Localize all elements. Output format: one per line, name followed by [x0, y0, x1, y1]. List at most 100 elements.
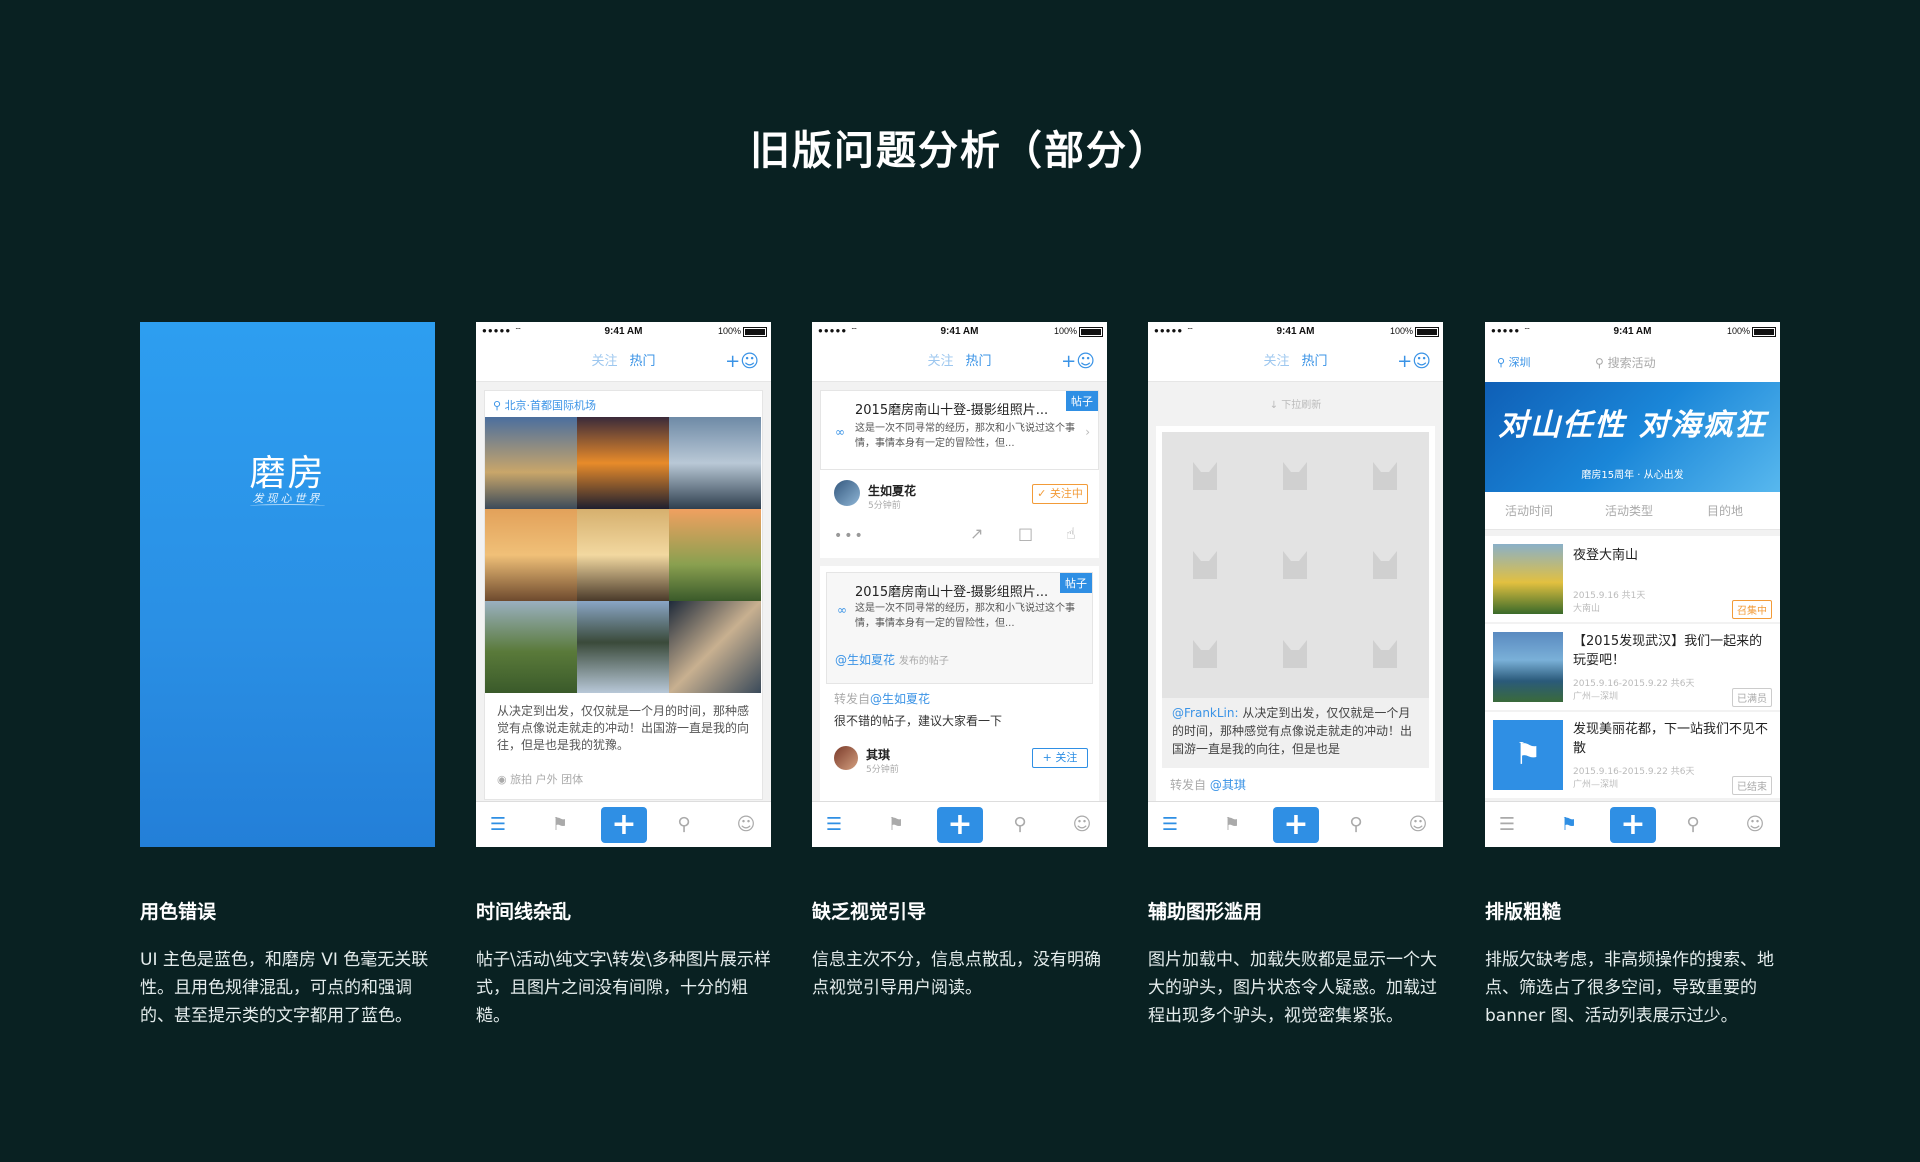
search-bar: ⚲ 深圳 ⚲ 搜索活动	[1485, 342, 1780, 382]
phone-visual: ●●●●● ⌔ 9:41 AM 100% 关注 热门 +☺ 帖子 2015磨房南山…	[812, 322, 1107, 847]
battery-percent: 100%	[717, 326, 741, 336]
filter-bar: 活动时间 活动类型 目的地	[1485, 492, 1780, 530]
post-title[interactable]: 2015磨房南山十登-摄影组照片...	[855, 399, 1048, 418]
repost-from: 转发自	[834, 692, 871, 706]
loading-card[interactable]: @FrankLin: 从决定到出发，仅仅就是一个月的时间，那种感觉有点像说走就走…	[1156, 426, 1435, 812]
repost-from: 转发自	[1170, 778, 1207, 792]
user-name[interactable]: 其琪	[866, 746, 890, 763]
feed-tab-icon[interactable]: ☰	[483, 812, 513, 838]
tab-follow[interactable]: 关注	[927, 354, 953, 369]
add-user-icon[interactable]: +☺	[725, 342, 759, 382]
nav-bar: 关注 热门 +☺	[812, 342, 1107, 382]
battery-icon	[743, 327, 767, 337]
profile-tab-icon[interactable]: ☺	[1403, 812, 1433, 838]
share-icon[interactable]: ↗	[970, 524, 983, 543]
activity-date: 2015.9.16 共1天	[1573, 591, 1646, 601]
post-text: 从决定到出发，仅仅就是一个月的时间，那种感觉有点像说走就走的冲动！出国游一直是我…	[497, 704, 750, 752]
photo[interactable]	[485, 509, 577, 601]
feed-tab-icon[interactable]: ☰	[1155, 812, 1185, 838]
profile-tab-icon[interactable]: ☺	[1067, 812, 1097, 838]
column-desc: 信息主次不分，信息点散乱，没有明确点视觉引导用户阅读。	[812, 950, 1101, 998]
avatar[interactable]	[834, 480, 860, 506]
avatar[interactable]	[834, 746, 858, 770]
comment-icon[interactable]: □	[1018, 524, 1033, 543]
location-tab-icon[interactable]: ⚲	[669, 812, 699, 838]
feed-tab-icon[interactable]: ☰	[819, 812, 849, 838]
add-user-icon[interactable]: +☺	[1397, 342, 1431, 382]
repost-user[interactable]: @其琪	[1210, 778, 1246, 792]
column-desc: 图片加载中、加载失败都是显示一个大大的驴头，图片状态令人疑惑。加载过程出现多个驴…	[1148, 950, 1437, 1026]
more-icon[interactable]: •••	[834, 528, 865, 544]
status-badge: 召集中	[1732, 600, 1772, 619]
tab-hot[interactable]: 热门	[630, 354, 656, 369]
photo[interactable]	[485, 417, 577, 509]
tab-hot[interactable]: 热门	[1302, 354, 1328, 369]
repost-user[interactable]: @生如夏花	[870, 692, 930, 706]
filter-destination[interactable]: 目的地	[1707, 502, 1743, 519]
flag-tab-icon[interactable]: ⚑	[881, 812, 911, 838]
location-label[interactable]: ⚲ 北京·首都国际机场	[493, 397, 596, 413]
follow-button[interactable]: + 关注	[1032, 748, 1088, 768]
tab-hot[interactable]: 热门	[966, 354, 992, 369]
user-name[interactable]: 生如夏花	[868, 482, 916, 499]
column-visual-guide: ●●●●● ⌔ 9:41 AM 100% 关注 热门 +☺ 帖子 2015磨房南山…	[812, 322, 1107, 1002]
banner[interactable]: 对山任性 对海疯狂 磨房15周年 · 从心出发	[1485, 382, 1780, 492]
feed-card[interactable]: ⚲ 北京·首都国际机场 从决定到出发，仅仅就是一个月的时间，那种感觉有点像说走就…	[484, 390, 763, 800]
photo[interactable]	[669, 417, 761, 509]
mention-user[interactable]: @FrankLin:	[1172, 706, 1239, 720]
activity-place: 广州—深圳	[1573, 692, 1619, 702]
flag-tab-icon[interactable]: ⚑	[545, 812, 575, 838]
search-input[interactable]: ⚲ 搜索活动	[1595, 354, 1656, 371]
add-button[interactable]: +	[1610, 807, 1656, 843]
post-time: 5分钟前	[868, 501, 901, 511]
city-selector[interactable]: ⚲ 深圳	[1497, 354, 1531, 370]
phone-activities: ●●●●● ⌔ 9:41 AM 100% ⚲ 深圳 ⚲ 搜索活动 对山任性 对海…	[1485, 322, 1780, 847]
mention-user[interactable]: @生如夏花	[835, 653, 895, 667]
location-tab-icon[interactable]: ⚲	[1678, 812, 1708, 838]
profile-tab-icon[interactable]: ☺	[731, 812, 761, 838]
post-tags: ◉ 旅拍 户外 团体	[497, 773, 584, 786]
repost-card[interactable]: 帖子 2015磨房南山十登-摄影组照片... ∞ 这是一次不同寻常的经历，那次和…	[820, 566, 1099, 802]
donkey-placeholder-icon	[1193, 640, 1217, 668]
location-tab-icon[interactable]: ⚲	[1005, 812, 1035, 838]
add-button[interactable]: +	[601, 807, 647, 843]
add-button[interactable]: +	[937, 807, 983, 843]
add-button[interactable]: +	[1273, 807, 1319, 843]
post-card[interactable]: 帖子 2015磨房南山十登-摄影组照片... ∞ 这是一次不同寻常的经历，那次和…	[820, 390, 1099, 470]
flag-tab-icon[interactable]: ⚑	[1554, 812, 1584, 838]
filter-time[interactable]: 活动时间	[1505, 502, 1553, 519]
tab-follow[interactable]: 关注	[1263, 354, 1289, 369]
flag-tab-icon[interactable]: ⚑	[1217, 812, 1247, 838]
photo[interactable]	[577, 417, 669, 509]
add-user-icon[interactable]: +☺	[1061, 342, 1095, 382]
battery-icon	[1079, 327, 1103, 337]
profile-tab-icon[interactable]: ☺	[1740, 812, 1770, 838]
activity-place: 大南山	[1573, 604, 1601, 614]
repost-line: 转发自@生如夏花	[834, 690, 930, 707]
tab-bar: ☰ ⚑ + ⚲ ☺	[476, 801, 771, 847]
feed-tab-icon[interactable]: ☰	[1492, 812, 1522, 838]
quoted-post[interactable]: 帖子 2015磨房南山十登-摄影组照片... ∞ 这是一次不同寻常的经历，那次和…	[826, 572, 1093, 684]
column-desc: 帖子\活动\纯文字\转发\多种图片展示样式，且图片之间没有间隙，十分的粗糙。	[476, 950, 771, 1026]
location-tab-icon[interactable]: ⚲	[1341, 812, 1371, 838]
photo[interactable]	[577, 509, 669, 601]
battery-percent: 100%	[1389, 326, 1413, 336]
following-button[interactable]: ✓ 关注中	[1032, 484, 1088, 504]
photo[interactable]	[669, 509, 761, 601]
column-title: 排版粗糙	[1485, 901, 1562, 923]
columns: 磨房 发现心世界 用色错误 UI 主色是蓝色，和磨房 VI 色毫无关联性。且用色…	[140, 322, 1780, 1142]
photo[interactable]	[577, 601, 669, 693]
activity-item[interactable]: ⚑ 发现美丽花都，下一站我们不见不散 2015.9.16-2015.9.22 共…	[1485, 712, 1780, 798]
tab-follow[interactable]: 关注	[591, 354, 617, 369]
status-bar: ●●●●● ⌔ 9:41 AM 100%	[1148, 322, 1443, 342]
column-graphic-abuse: ●●●●● ⌔ 9:41 AM 100% 关注 热门 +☺ ↓ 下拉刷新 @Fr…	[1148, 322, 1443, 1030]
activity-item[interactable]: 夜登大南山 2015.9.16 共1天 大南山 召集中	[1485, 536, 1780, 622]
filter-type[interactable]: 活动类型	[1605, 502, 1653, 519]
like-icon[interactable]: ☝	[1066, 524, 1076, 543]
status-bar: ●●●●● ⌔ 9:41 AM 100%	[476, 322, 771, 342]
photo[interactable]	[669, 601, 761, 693]
activity-item[interactable]: 【2015发现武汉】我们一起来的玩耍吧！ 2015.9.16-2015.9.22…	[1485, 624, 1780, 710]
photo[interactable]	[485, 601, 577, 693]
column-desc: UI 主色是蓝色，和磨房 VI 色毫无关联性。且用色规律混乱，可点的和强调的、甚…	[140, 950, 429, 1026]
post-title[interactable]: 2015磨房南山十登-摄影组照片...	[855, 581, 1048, 600]
